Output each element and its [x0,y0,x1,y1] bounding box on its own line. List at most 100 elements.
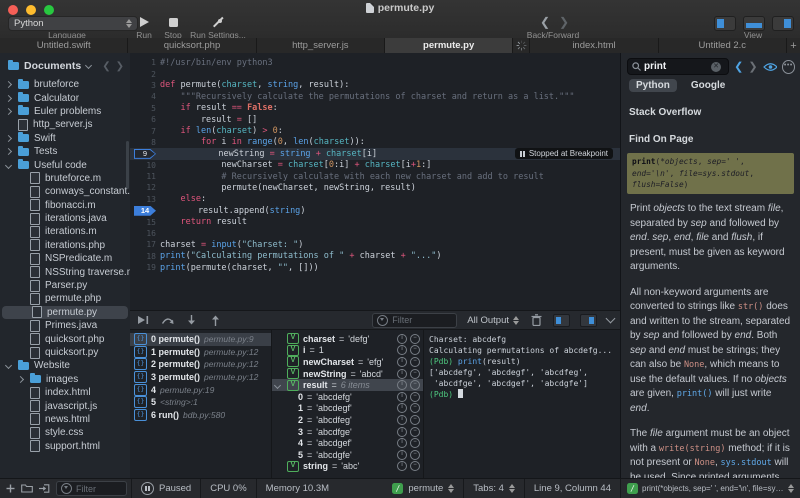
folder-tests[interactable]: Tests [0,145,130,158]
add-tab-button[interactable]: + [787,38,800,53]
tab-permute-py[interactable]: permute.py [385,38,513,53]
file-iterations-java[interactable]: iterations.java [0,212,130,225]
sidebar-header[interactable]: Documents ❮ ❯ [0,53,130,76]
tab-find-on-page[interactable]: Find On Page [629,133,792,146]
language-select[interactable]: Python [8,16,138,31]
stop-button[interactable] [166,15,180,29]
sidebar-forward-icon[interactable]: ❯ [116,61,124,72]
line-number-14[interactable]: 14 [130,206,157,216]
forward-button[interactable]: ❯ [559,15,569,29]
file-parser-py[interactable]: Parser.py [0,279,130,292]
remove-icon[interactable]: − [410,334,420,344]
line-number-13[interactable]: 13 [130,195,160,204]
folder-images[interactable]: images [0,373,130,386]
info-icon[interactable]: i [397,438,407,448]
continue-button[interactable] [136,313,150,327]
line-number-7[interactable]: 7 [130,127,160,136]
doc-forward-button[interactable]: ❯ [748,60,757,73]
remove-icon[interactable]: − [410,427,420,437]
line-number-11[interactable]: 11 [130,172,160,181]
file-http-server-js[interactable]: http_server.js [0,118,130,131]
variable-i[interactable]: Vi=1i− [272,345,423,357]
line-number-18[interactable]: 18 [130,252,160,261]
doc-link[interactable]: sys.stdout [721,458,772,468]
tab-python[interactable]: Python [629,79,677,92]
step-over-button[interactable] [160,313,174,327]
remove-icon[interactable]: − [410,369,420,379]
doc-search-field[interactable]: ✕ [627,58,729,75]
file-iterations-m[interactable]: iterations.m [0,225,130,238]
line-number-6[interactable]: 6 [130,115,160,124]
toggle-left-panel-button[interactable] [714,16,736,31]
step-out-button[interactable] [208,313,222,327]
stack-frame-6[interactable]: {}6 run()bdb.py:580 [130,409,271,422]
info-icon[interactable]: i [397,427,407,437]
variable-3[interactable]: 3='abcdfge'i− [272,426,423,438]
toggle-debug-left-pane-button[interactable] [553,314,570,327]
tab-untitled-swift[interactable]: Untitled.swift [0,38,128,53]
info-icon[interactable]: i [397,357,407,367]
file-primes-java[interactable]: Primes.java [0,319,130,332]
variable-4[interactable]: 4='abcdgef'i− [272,437,423,449]
sidebar-back-icon[interactable]: ❮ [102,61,110,72]
variable-1[interactable]: 1='abcdegf'i− [272,403,423,415]
tab-google[interactable]: Google [691,79,725,92]
console-filter-input[interactable] [392,315,452,325]
line-number-8[interactable]: 8 [130,138,160,147]
tab-untitled-2-c[interactable]: Untitled 2.c [659,38,787,53]
stack-frame-1[interactable]: {}1 permute()permute.py:12 [130,346,271,359]
remove-icon[interactable]: − [410,392,420,402]
line-number-10[interactable]: 10 [130,161,160,170]
remove-icon[interactable]: − [410,345,420,355]
back-button[interactable]: ❮ [540,15,550,29]
doc-back-button[interactable]: ❮ [734,60,743,73]
file-quicksort-py[interactable]: quicksort.py [0,346,130,359]
import-file-button[interactable] [39,484,50,493]
file-nsstring-traverse-m[interactable]: NSString traverse.m [0,265,130,278]
file-nspredicate-m[interactable]: NSPredicate.m [0,252,130,265]
file-quicksort-php[interactable]: quicksort.php [0,332,130,345]
chevron-right-icon[interactable] [4,106,13,117]
info-icon[interactable]: i [397,380,407,390]
line-number-17[interactable]: 17 [130,240,160,249]
toggle-console-panel-button[interactable] [743,16,765,31]
doc-search-input[interactable] [644,61,708,72]
remove-icon[interactable]: − [410,380,420,390]
info-icon[interactable]: i [397,461,407,471]
remove-icon[interactable]: − [410,461,420,471]
line-number-4[interactable]: 4 [130,92,160,101]
remove-icon[interactable]: − [410,415,420,425]
folder-useful-code[interactable]: Useful code [0,158,130,171]
variable-string[interactable]: Vstring='abc'i− [272,461,423,473]
stack-frame-4[interactable]: {}4permute.py:19 [130,383,271,396]
output-mode-select[interactable]: All Output [467,315,519,326]
code-editor[interactable]: 1#!/usr/bin/env python323def permute(cha… [130,53,620,310]
line-number-16[interactable]: 16 [130,229,160,238]
stack-frame-0[interactable]: {}0 permute()permute.py:9 [130,333,271,346]
tab-http-server-js[interactable]: http_server.js [257,38,385,53]
doc-symbol-select[interactable]: ∕ print(*objects, sep=' ', end='\n', fil… [620,479,800,498]
file-style-css[interactable]: style.css [0,426,130,439]
line-number-2[interactable]: 2 [130,70,160,79]
file-permute-php[interactable]: permute.php [0,292,130,305]
line-number-12[interactable]: 12 [130,183,160,192]
clear-search-icon[interactable]: ✕ [711,62,721,72]
step-into-button[interactable] [184,313,198,327]
variable-2[interactable]: 2='abcdfeg'i− [272,414,423,426]
collapse-console-icon[interactable] [606,314,616,324]
file-iterations-php[interactable]: iterations.php [0,239,130,252]
line-number-19[interactable]: 19 [130,263,160,272]
variable-0[interactable]: 0='abcdefg'i− [272,391,423,403]
folder-swift[interactable]: Swift [0,132,130,145]
chevron-right-icon[interactable] [4,79,13,90]
stack-frame-3[interactable]: {}3 permute()permute.py:12 [130,371,271,384]
sidebar-filter-field[interactable] [56,481,127,496]
tab-index-html[interactable]: index.html [530,38,658,53]
chevron-right-icon[interactable] [4,133,13,144]
chevron-down-icon[interactable] [4,160,13,171]
console-filter-field[interactable] [372,313,457,328]
file-bruteforce-m[interactable]: bruteforce.m [0,172,130,185]
info-icon[interactable]: i [397,450,407,460]
info-icon[interactable]: i [397,415,407,425]
file-javascript-js[interactable]: javascript.js [0,399,130,412]
